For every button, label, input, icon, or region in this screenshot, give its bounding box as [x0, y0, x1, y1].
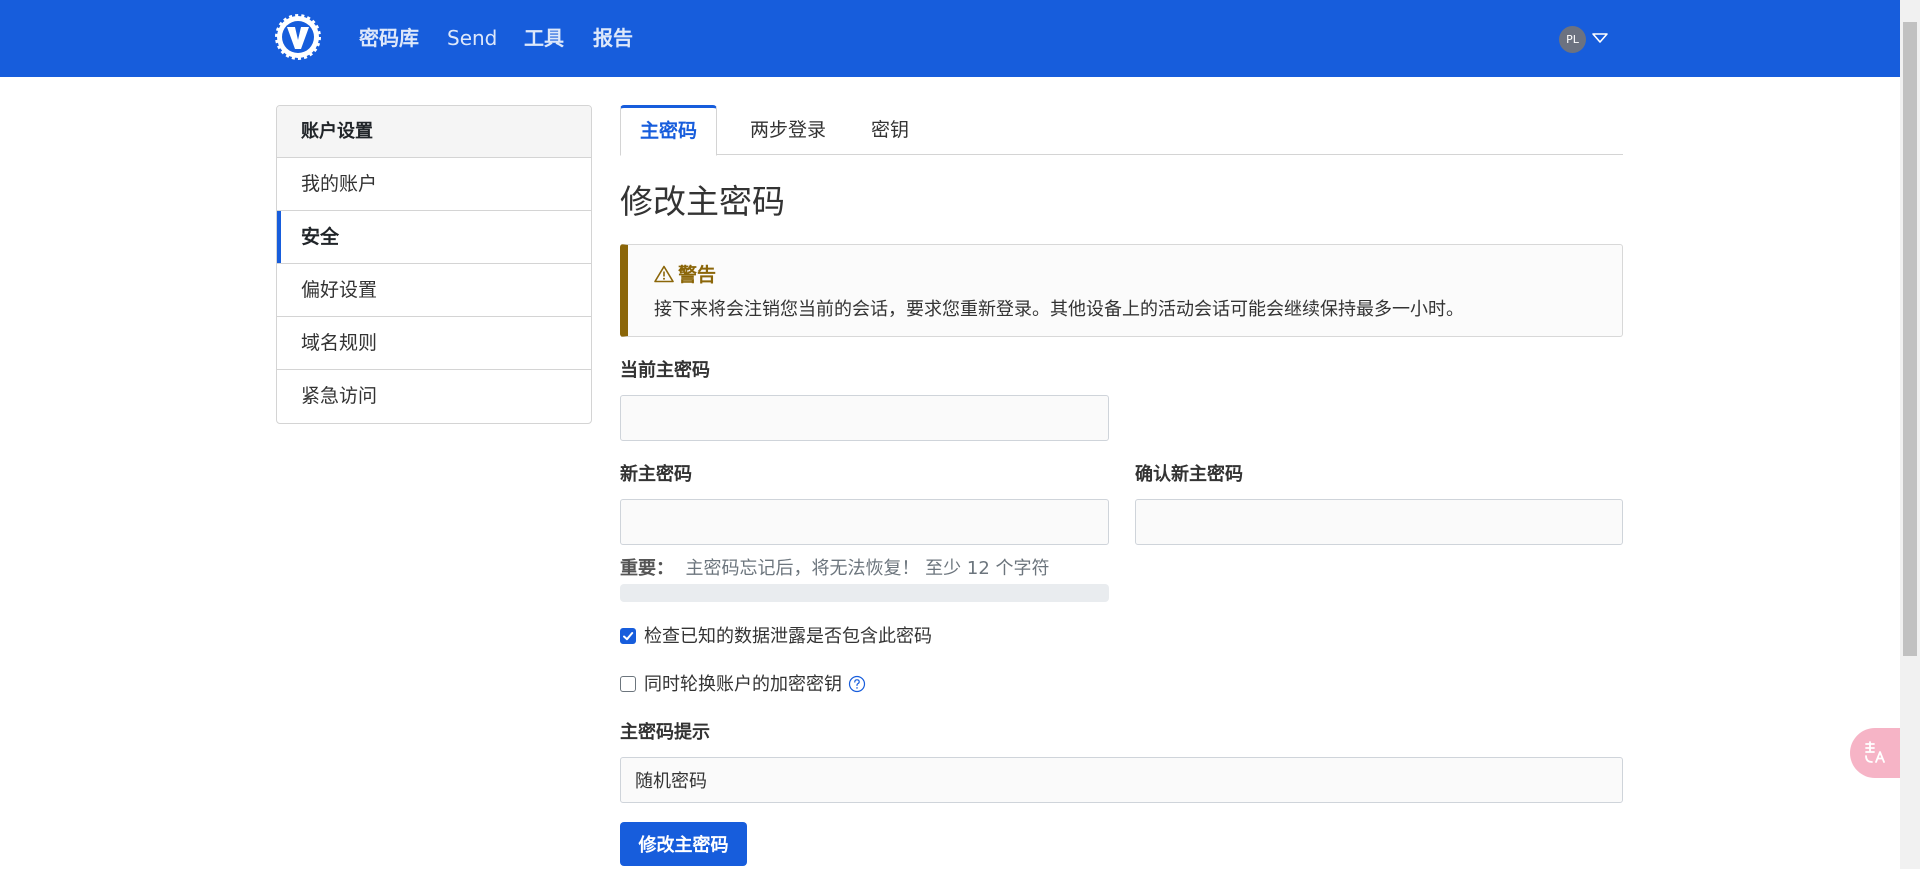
- confirm-password-label: 确认新主密码: [1135, 464, 1243, 485]
- tab-keys[interactable]: 密钥: [856, 105, 924, 155]
- tab-master-password[interactable]: 主密码: [620, 105, 717, 156]
- nav-tools[interactable]: 工具: [524, 24, 564, 52]
- new-password-input[interactable]: [620, 499, 1109, 545]
- warning-callout: 警告 接下来将会注销您当前的会话，要求您重新登录。其他设备上的活动会话可能会继续…: [620, 244, 1623, 337]
- warning-icon: [654, 265, 674, 283]
- page-title: 修改主密码: [620, 182, 785, 221]
- top-navbar: 密码库 Send 工具 报告 PL: [0, 0, 1900, 77]
- check-breach-row[interactable]: 检查已知的数据泄露是否包含此密码: [620, 624, 932, 650]
- sidebar-item-emergency-access[interactable]: 紧急访问: [277, 370, 591, 423]
- change-master-password-button[interactable]: 修改主密码: [620, 822, 747, 866]
- sidebar-item-security[interactable]: 安全: [277, 211, 591, 264]
- floating-translate-button[interactable]: [1850, 728, 1900, 778]
- bitwarden-logo-icon[interactable]: [275, 14, 321, 60]
- check-breach-checkbox[interactable]: [620, 628, 636, 644]
- master-password-hint-label: 主密码提示: [620, 722, 710, 743]
- scrollbar-thumb[interactable]: [1903, 22, 1917, 656]
- user-avatar[interactable]: PL: [1559, 26, 1586, 53]
- sidebar-item-preferences[interactable]: 偏好设置: [277, 264, 591, 317]
- current-password-input[interactable]: [620, 395, 1109, 441]
- current-password-label: 当前主密码: [620, 360, 710, 381]
- master-password-hint-input[interactable]: [620, 757, 1623, 803]
- password-hint-text: 重要： 主密码忘记后，将无法恢复！ 至少 12 个字符: [620, 556, 1050, 582]
- warning-title: 警告: [654, 261, 716, 289]
- warning-text: 接下来将会注销您当前的会话，要求您重新登录。其他设备上的活动会话可能会继续保持最…: [654, 299, 1464, 320]
- checkmark-icon: [623, 632, 634, 641]
- password-strength-meter: [620, 584, 1109, 602]
- security-tabs: 主密码 两步登录 密钥: [620, 105, 1623, 156]
- check-breach-label[interactable]: 检查已知的数据泄露是否包含此密码: [644, 626, 932, 647]
- nav-reports[interactable]: 报告: [593, 24, 633, 52]
- tab-two-step-login[interactable]: 两步登录: [738, 105, 838, 155]
- rotate-key-row[interactable]: 同时轮换账户的加密密钥: [620, 672, 866, 698]
- translate-icon: [1865, 741, 1885, 763]
- rotate-key-checkbox[interactable]: [620, 676, 636, 692]
- new-password-label: 新主密码: [620, 464, 692, 485]
- page-scrollbar[interactable]: [1900, 0, 1920, 869]
- confirm-password-input[interactable]: [1135, 499, 1623, 545]
- sidebar-item-my-account[interactable]: 我的账户: [277, 158, 591, 211]
- sidebar-header: 账户设置: [277, 106, 591, 158]
- sidebar-item-domain-rules[interactable]: 域名规则: [277, 317, 591, 370]
- hint-important: 重要：: [620, 558, 674, 579]
- help-icon[interactable]: [848, 675, 866, 693]
- warning-title-text: 警告: [678, 264, 717, 286]
- hint-message: 主密码忘记后，将无法恢复！ 至少 12 个字符: [685, 558, 1050, 579]
- chevron-down-icon[interactable]: [1591, 31, 1609, 45]
- nav-send[interactable]: Send: [447, 24, 497, 52]
- settings-sidebar: 账户设置 我的账户 安全 偏好设置 域名规则 紧急访问: [276, 105, 592, 424]
- rotate-key-label[interactable]: 同时轮换账户的加密密钥: [644, 674, 842, 695]
- nav-vault[interactable]: 密码库: [359, 24, 419, 52]
